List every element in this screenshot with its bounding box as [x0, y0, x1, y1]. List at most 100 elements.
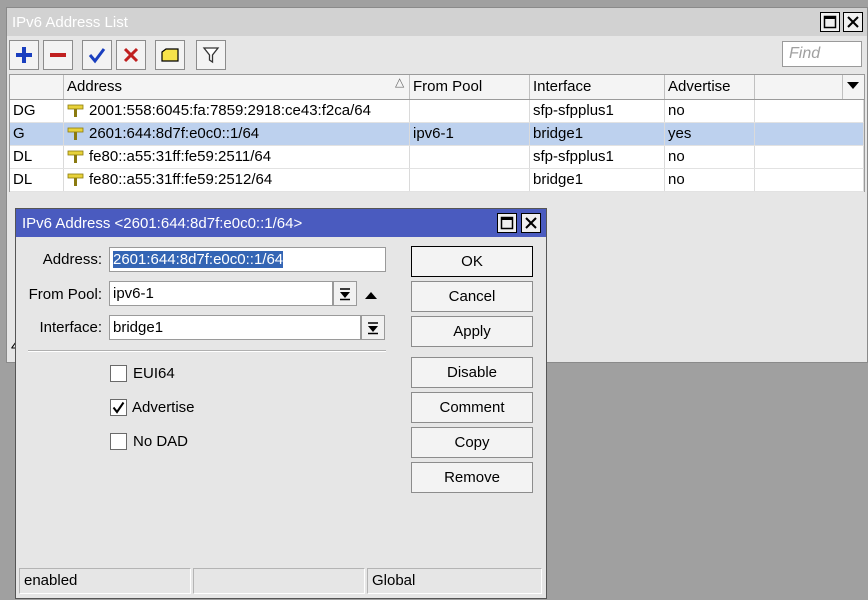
interface-label: Interface: [39, 319, 102, 336]
address-pin-icon [67, 173, 84, 186]
collapse-field-button[interactable] [364, 287, 384, 301]
comment-button[interactable] [155, 40, 185, 70]
list-window-titlebar[interactable]: IPv6 Address List [7, 8, 867, 36]
cell-text: DL [13, 171, 33, 188]
comment-button[interactable]: Comment [411, 392, 533, 423]
plus-icon [16, 47, 32, 63]
cell-text: no [668, 148, 685, 165]
address-pin-icon [67, 127, 84, 140]
dropdown-arrow-icon [368, 321, 378, 334]
cell-flags: DG [10, 100, 64, 122]
caret-down-icon [847, 82, 859, 89]
dialog-titlebar[interactable]: IPv6 Address <2601:644:8d7f:e0c0::1/64> [16, 209, 546, 237]
column-flags[interactable] [10, 75, 64, 99]
cell-advertise: yes [665, 123, 755, 145]
cell-from-pool: ipv6-1 [410, 123, 530, 145]
cell-flags: DL [10, 146, 64, 168]
add-button[interactable] [9, 40, 39, 70]
apply-button[interactable]: Apply [411, 316, 533, 347]
cell-interface: sfp-sfpplus1 [530, 146, 665, 168]
address-pin-icon [67, 104, 84, 117]
table-row[interactable]: DG 2001:558:6045:fa:7859:2918:ce43:f2ca/6… [10, 100, 864, 123]
ipv6-address-dialog: IPv6 Address <2601:644:8d7f:e0c0::1/64> … [15, 208, 547, 599]
toolbar [7, 40, 867, 70]
cell-extra [755, 146, 864, 168]
cell-text: DL [13, 148, 33, 165]
disable-button[interactable] [116, 40, 146, 70]
cell-text: no [668, 171, 685, 188]
maximize-button[interactable] [820, 12, 840, 32]
maximize-icon [500, 216, 514, 230]
cell-text: G [13, 125, 25, 142]
address-label: Address: [42, 251, 102, 268]
remove-button[interactable] [43, 40, 73, 70]
cell-text: bridge1 [533, 125, 584, 142]
cell-text: sfp-sfpplus1 [533, 102, 614, 119]
address-field[interactable]: 2601:644:8d7f:e0c0::1/64 [109, 247, 386, 272]
triangle-up-icon [365, 292, 377, 299]
filter-icon [202, 47, 220, 64]
no-dad-checkbox[interactable] [110, 433, 127, 450]
cell-text: yes [668, 125, 692, 142]
table-row[interactable]: DL fe80::a55:31ff:fe59:2511/64 sfp-sfpplus… [10, 146, 864, 169]
close-icon [847, 16, 859, 28]
minus-icon [50, 53, 66, 57]
copy-button[interactable]: Copy [411, 427, 533, 458]
address-table: Address △ From Pool Interface Advertise … [9, 74, 865, 192]
column-advertise[interactable]: Advertise [665, 75, 755, 99]
status-middle [193, 568, 365, 594]
cell-address: 2001:558:6045:fa:7859:2918:ce43:f2ca/64 [64, 100, 410, 122]
eui64-checkbox[interactable] [110, 365, 127, 382]
cell-text: ipv6-1 [413, 125, 454, 142]
cell-from-pool [410, 169, 530, 191]
table-row[interactable]: G 2601:644:8d7f:e0c0::1/64 ipv6-1 bridge1 ye… [10, 123, 864, 146]
no-dad-label: No DAD [133, 433, 189, 450]
dialog-close-button[interactable] [521, 213, 541, 233]
note-icon [161, 48, 179, 62]
eui64-label: EUI64 [133, 365, 175, 382]
cell-advertise: no [665, 100, 755, 122]
cancel-button[interactable]: Cancel [411, 281, 533, 312]
column-from-pool[interactable]: From Pool [410, 75, 530, 99]
ok-button[interactable]: OK [411, 246, 533, 277]
cell-address: fe80::a55:31ff:fe59:2511/64 [64, 146, 410, 168]
interface-dropdown-button[interactable] [361, 315, 385, 340]
table-row[interactable]: DL fe80::a55:31ff:fe59:2512/64 bridge1 no [10, 169, 864, 192]
filter-button[interactable] [196, 40, 226, 70]
cell-extra [755, 169, 864, 191]
checkmark-icon [88, 48, 106, 64]
cell-address: fe80::a55:31ff:fe59:2512/64 [64, 169, 410, 191]
cell-advertise: no [665, 169, 755, 191]
address-value: 2601:644:8d7f:e0c0::1/64 [113, 251, 284, 268]
cell-flags: DL [10, 169, 64, 191]
checkmark-icon [112, 401, 125, 414]
from-pool-value: ipv6-1 [113, 285, 154, 302]
from-pool-dropdown-button[interactable] [333, 281, 357, 306]
cell-text: bridge1 [533, 171, 584, 188]
enable-button[interactable] [82, 40, 112, 70]
column-address[interactable]: Address [64, 75, 410, 99]
x-icon [123, 47, 139, 63]
cell-text: sfp-sfpplus1 [533, 148, 614, 165]
advertise-label: Advertise [132, 399, 195, 416]
find-input[interactable] [782, 41, 862, 67]
column-interface[interactable]: Interface [530, 75, 665, 99]
close-icon [525, 217, 537, 229]
dialog-title: IPv6 Address <2601:644:8d7f:e0c0::1/64> [22, 214, 303, 232]
cell-interface: bridge1 [530, 169, 665, 191]
dialog-maximize-button[interactable] [497, 213, 517, 233]
cell-text: 2001:558:6045:fa:7859:2918:ce43:f2ca/64 [89, 102, 371, 119]
cell-extra [755, 100, 864, 122]
column-extra[interactable] [755, 75, 843, 99]
advertise-checkbox[interactable] [110, 399, 127, 416]
remove-button[interactable]: Remove [411, 462, 533, 493]
disable-button[interactable]: Disable [411, 357, 533, 388]
cell-text: 2601:644:8d7f:e0c0::1/64 [89, 125, 260, 142]
interface-field[interactable]: bridge1 [109, 315, 361, 340]
from-pool-field[interactable]: ipv6-1 [109, 281, 333, 306]
column-chooser-button[interactable] [843, 75, 864, 99]
cell-from-pool [410, 146, 530, 168]
close-button[interactable] [843, 12, 863, 32]
cell-text: DG [13, 102, 36, 119]
dropdown-arrow-icon [340, 287, 350, 300]
